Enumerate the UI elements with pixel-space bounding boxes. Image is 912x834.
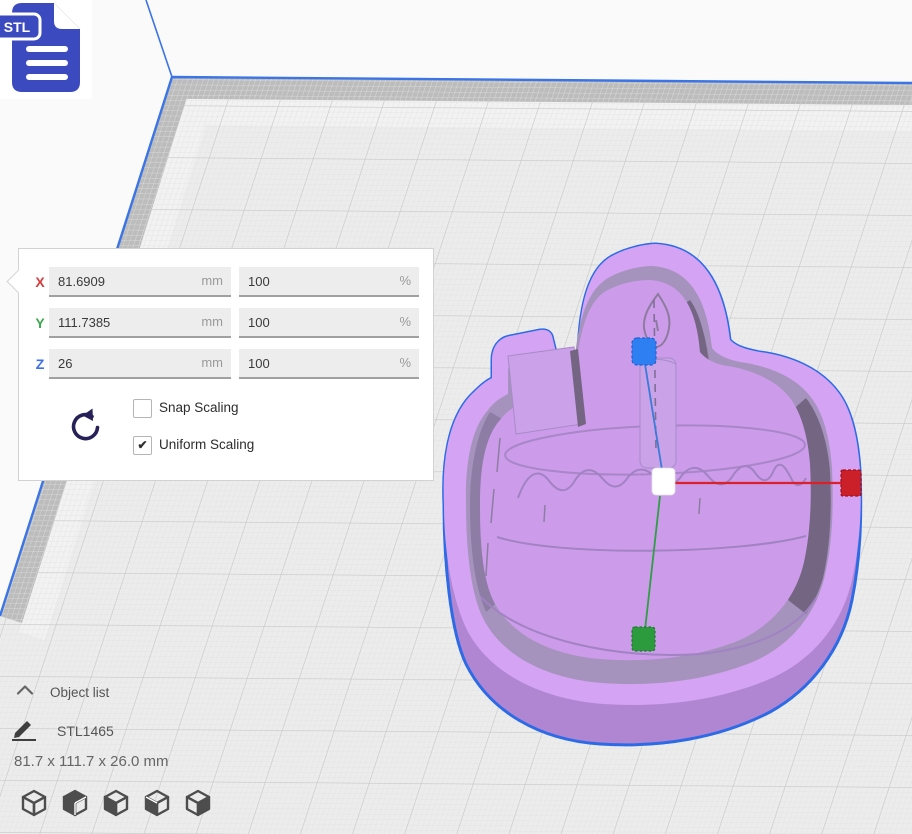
reset-arrow-icon [65,407,103,445]
object-name: STL1465 [57,723,114,739]
gizmo-x-handle[interactable] [841,470,861,496]
gizmo-z-handle[interactable] [632,338,656,365]
view-right-button[interactable] [182,786,214,820]
rename-pencil-icon[interactable] [10,718,38,742]
cube-left-icon [141,786,173,820]
axis-x-label: X [31,267,49,297]
model-dimensions: 81.7 x 111.7 x 26.0 mm [14,753,169,770]
chevron-up-icon [16,684,34,696]
view-front-button[interactable] [59,786,91,820]
stl-file-card: STL [0,0,92,99]
gizmo-center-handle[interactable] [652,468,675,495]
cake-banner-slab [508,347,582,434]
object-list-item[interactable]: STL1465 [10,718,38,742]
cube-3d-icon [18,786,50,820]
scale-row-z: Z mm % [19,349,433,379]
axis-z-label: Z [31,349,49,379]
y-scale-unit: % [399,308,411,336]
y-size-unit: mm [201,308,223,336]
candle-relief [640,358,676,468]
view-toolbar [18,786,214,820]
view-3d-button[interactable] [18,786,50,820]
z-size-unit: mm [201,349,223,377]
build-volume-corner-edge [146,0,172,77]
axis-y-label: Y [31,308,49,338]
view-left-button[interactable] [141,786,173,820]
x-scale-input[interactable] [239,267,419,295]
uniform-scaling-label: Uniform Scaling [159,437,254,452]
snap-scaling-box[interactable] [133,399,152,418]
scale-row-x: X mm % [19,267,433,297]
scale-tool-panel: X mm % Y mm % Z mm [18,248,434,481]
view-top-button[interactable] [100,786,132,820]
cube-front-icon [59,786,91,820]
z-scale-input[interactable] [239,349,419,377]
reset-scale-button[interactable] [65,407,103,445]
object-list-toggle[interactable]: Object list [16,684,34,696]
cube-right-icon [182,786,214,820]
z-scale-unit: % [399,349,411,377]
scale-row-y: Y mm % [19,308,433,338]
stl-file-icon: STL [0,0,92,99]
snap-scaling-label: Snap Scaling [159,400,239,415]
object-list-label: Object list [50,685,109,700]
x-scale-unit: % [399,267,411,295]
gizmo-y-handle[interactable] [632,627,655,651]
cube-top-icon [100,786,132,820]
uniform-scaling-box[interactable]: ✔ [133,436,152,455]
y-scale-input[interactable] [239,308,419,336]
x-size-unit: mm [201,267,223,295]
stl-badge-label: STL [4,19,31,35]
